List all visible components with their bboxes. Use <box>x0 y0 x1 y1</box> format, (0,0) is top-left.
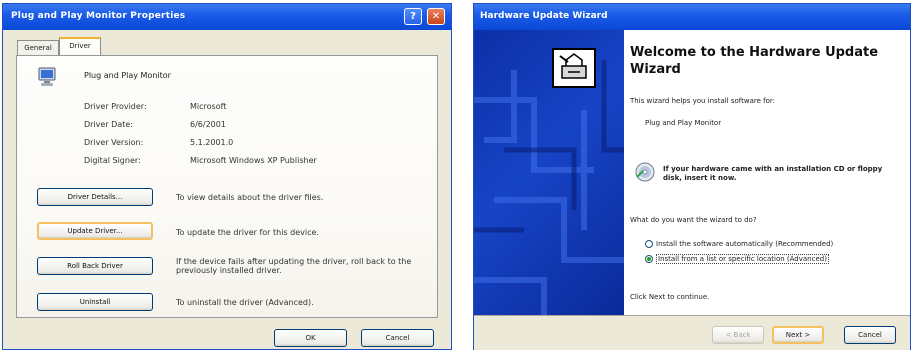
driver-provider-label: Driver Provider: <box>84 102 147 111</box>
monitor-icon <box>38 67 56 86</box>
driver-provider-value: Microsoft <box>190 102 227 111</box>
cancel-button[interactable]: Cancel <box>361 329 434 347</box>
driver-tab-panel: Plug and Play Monitor Driver Provider: M… <box>16 55 438 318</box>
hardware-update-wizard: Hardware Update Wizard Welcome to the Ha… <box>473 3 911 350</box>
hardware-install-icon <box>552 48 596 88</box>
driver-version-value: 5.1.2001.0 <box>190 138 234 147</box>
driver-details-button[interactable]: Driver Details... <box>37 188 153 206</box>
uninstall-button[interactable]: Uninstall <box>37 293 153 311</box>
digital-signer-value: Microsoft Windows XP Publisher <box>190 156 317 165</box>
tab-driver[interactable]: Driver <box>59 37 101 55</box>
driver-details-description: To view details about the driver files. <box>176 193 324 202</box>
install-automatically-option[interactable]: Install the software automatically (Reco… <box>645 240 833 248</box>
update-driver-description: To update the driver for this device. <box>176 228 319 237</box>
option-label: Install the software automatically (Reco… <box>656 240 834 248</box>
ok-button[interactable]: OK <box>274 329 347 347</box>
roll-back-description: If the device fails after updating the d… <box>176 257 412 275</box>
uninstall-description: To uninstall the driver (Advanced). <box>176 298 314 307</box>
back-button[interactable]: < Back <box>712 326 764 344</box>
digital-signer-label: Digital Signer: <box>84 156 141 165</box>
driver-date-value: 6/6/2001 <box>190 120 226 129</box>
close-button[interactable]: ✕ <box>427 8 445 25</box>
device-name: Plug and Play Monitor <box>84 71 171 80</box>
title-bar[interactable]: Plug and Play Monitor Properties ? ✕ <box>3 4 451 30</box>
continue-instruction: Click Next to continue. <box>630 293 710 301</box>
radio-button-selected[interactable] <box>645 255 653 263</box>
wizard-title-bar[interactable]: Hardware Update Wizard <box>474 4 910 30</box>
dialog-title: Plug and Play Monitor Properties <box>11 11 186 21</box>
wizard-side-banner <box>474 30 624 315</box>
wizard-heading: Welcome to the Hardware Update Wizard <box>630 45 879 77</box>
driver-version-label: Driver Version: <box>84 138 144 147</box>
help-button[interactable]: ? <box>404 8 422 25</box>
wizard-intro-text: This wizard helps you install software f… <box>630 97 776 105</box>
wizard-device-name: Plug and Play Monitor <box>645 119 722 127</box>
insert-cd-note: If your hardware came with an installati… <box>663 165 883 182</box>
wizard-cancel-button[interactable]: Cancel <box>844 326 896 344</box>
tab-general[interactable]: General <box>17 40 59 55</box>
wizard-title: Hardware Update Wizard <box>480 11 608 21</box>
option-label: Install from a list or specific location… <box>656 254 829 264</box>
next-button[interactable]: Next > <box>772 326 824 344</box>
update-driver-button[interactable]: Update Driver... <box>37 222 153 240</box>
roll-back-driver-button[interactable]: Roll Back Driver <box>37 257 153 275</box>
wizard-question: What do you want the wizard to do? <box>630 216 757 224</box>
cd-icon <box>635 162 655 182</box>
radio-button[interactable] <box>645 240 653 248</box>
monitor-properties-dialog: Plug and Play Monitor Properties ? ✕ Gen… <box>2 3 452 350</box>
driver-date-label: Driver Date: <box>84 120 133 129</box>
install-from-list-option[interactable]: Install from a list or specific location… <box>645 254 829 264</box>
circuit-pattern-graphic <box>474 60 624 315</box>
